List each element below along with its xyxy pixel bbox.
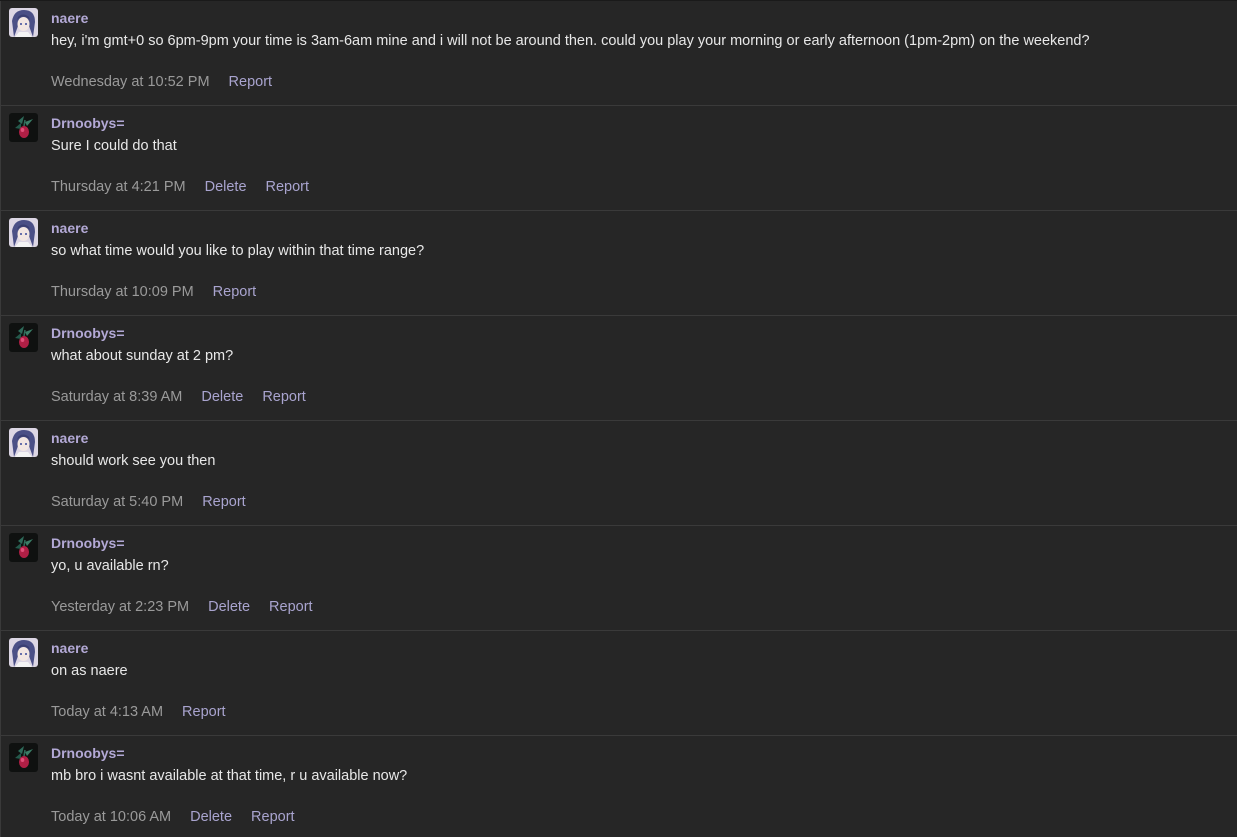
message-meta: Thursday at 10:09 PM Report bbox=[51, 284, 256, 300]
message-meta: Thursday at 4:21 PM Delete Report bbox=[51, 179, 309, 195]
delete-link[interactable]: Delete bbox=[205, 179, 247, 195]
report-link[interactable]: Report bbox=[262, 389, 306, 405]
report-link[interactable]: Report bbox=[229, 74, 273, 90]
message-meta: Saturday at 5:40 PM Report bbox=[51, 494, 246, 510]
message-meta: Today at 10:06 AM Delete Report bbox=[51, 809, 295, 825]
timestamp[interactable]: Today at 10:06 AM bbox=[51, 809, 171, 825]
message-text: Sure I could do that bbox=[51, 138, 177, 154]
author-name[interactable]: Drnoobys= bbox=[51, 115, 125, 131]
timestamp[interactable]: Saturday at 8:39 AM bbox=[51, 389, 182, 405]
timestamp[interactable]: Saturday at 5:40 PM bbox=[51, 494, 183, 510]
report-link[interactable]: Report bbox=[202, 494, 246, 510]
message-text: yo, u available rn? bbox=[51, 558, 169, 574]
report-link[interactable]: Report bbox=[251, 809, 295, 825]
message-item: Drnoobys= yo, u available rn? Yesterday … bbox=[0, 526, 1237, 631]
message-text: on as naere bbox=[51, 663, 128, 679]
delete-link[interactable]: Delete bbox=[190, 809, 232, 825]
timestamp[interactable]: Yesterday at 2:23 PM bbox=[51, 599, 189, 615]
author-name[interactable]: naere bbox=[51, 430, 88, 446]
report-link[interactable]: Report bbox=[266, 179, 310, 195]
report-link[interactable]: Report bbox=[269, 599, 313, 615]
message-text: hey, i'm gmt+0 so 6pm-9pm your time is 3… bbox=[51, 33, 1090, 49]
author-name[interactable]: Drnoobys= bbox=[51, 745, 125, 761]
naere-avatar[interactable] bbox=[9, 218, 38, 247]
message-item: naere on as naere Today at 4:13 AM Repor… bbox=[0, 631, 1237, 736]
author-name[interactable]: naere bbox=[51, 640, 88, 656]
drnoobys-avatar[interactable] bbox=[9, 113, 38, 142]
message-item: Drnoobys= what about sunday at 2 pm? Sat… bbox=[0, 316, 1237, 421]
author-name[interactable]: naere bbox=[51, 10, 88, 26]
delete-link[interactable]: Delete bbox=[201, 389, 243, 405]
message-thread: naere hey, i'm gmt+0 so 6pm-9pm your tim… bbox=[0, 0, 1237, 837]
message-item: naere should work see you then Saturday … bbox=[0, 421, 1237, 526]
delete-link[interactable]: Delete bbox=[208, 599, 250, 615]
message-item: naere so what time would you like to pla… bbox=[0, 211, 1237, 316]
message-item: naere hey, i'm gmt+0 so 6pm-9pm your tim… bbox=[0, 1, 1237, 106]
message-text: what about sunday at 2 pm? bbox=[51, 348, 234, 364]
message-meta: Yesterday at 2:23 PM Delete Report bbox=[51, 599, 313, 615]
drnoobys-avatar[interactable] bbox=[9, 533, 38, 562]
timestamp[interactable]: Wednesday at 10:52 PM bbox=[51, 74, 210, 90]
message-text: mb bro i wasnt available at that time, r… bbox=[51, 768, 408, 784]
author-name[interactable]: Drnoobys= bbox=[51, 325, 125, 341]
report-link[interactable]: Report bbox=[213, 284, 257, 300]
message-item: Drnoobys= Sure I could do that Thursday … bbox=[0, 106, 1237, 211]
message-text: so what time would you like to play with… bbox=[51, 243, 425, 259]
naere-avatar[interactable] bbox=[9, 638, 38, 667]
message-meta: Saturday at 8:39 AM Delete Report bbox=[51, 389, 306, 405]
author-name[interactable]: naere bbox=[51, 220, 88, 236]
message-item: Drnoobys= mb bro i wasnt available at th… bbox=[0, 736, 1237, 837]
naere-avatar[interactable] bbox=[9, 428, 38, 457]
drnoobys-avatar[interactable] bbox=[9, 323, 38, 352]
drnoobys-avatar[interactable] bbox=[9, 743, 38, 772]
timestamp[interactable]: Thursday at 10:09 PM bbox=[51, 284, 194, 300]
message-meta: Today at 4:13 AM Report bbox=[51, 704, 226, 720]
report-link[interactable]: Report bbox=[182, 704, 226, 720]
message-meta: Wednesday at 10:52 PM Report bbox=[51, 74, 272, 90]
naere-avatar[interactable] bbox=[9, 8, 38, 37]
timestamp[interactable]: Thursday at 4:21 PM bbox=[51, 179, 186, 195]
timestamp[interactable]: Today at 4:13 AM bbox=[51, 704, 163, 720]
author-name[interactable]: Drnoobys= bbox=[51, 535, 125, 551]
message-text: should work see you then bbox=[51, 453, 216, 469]
